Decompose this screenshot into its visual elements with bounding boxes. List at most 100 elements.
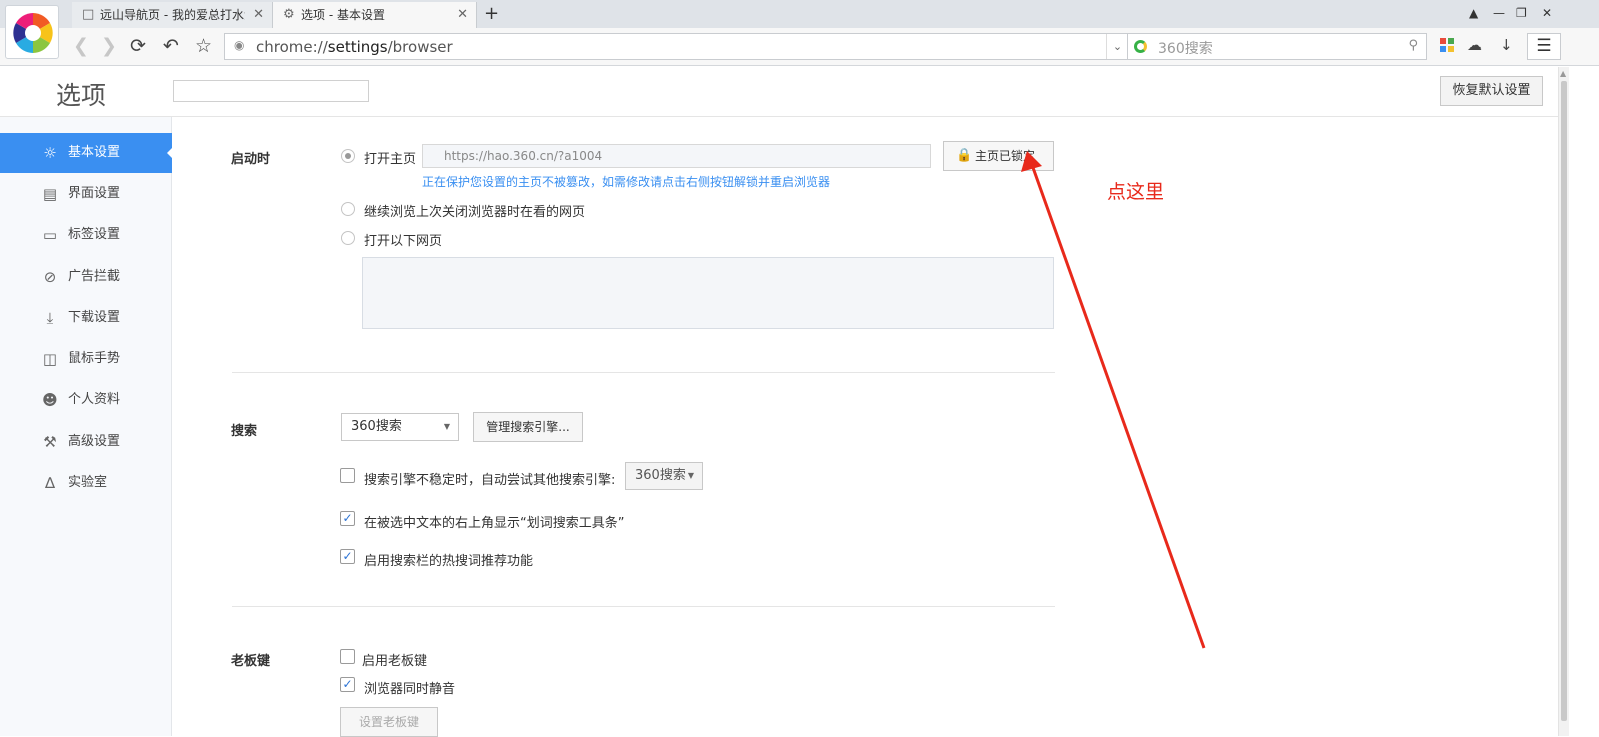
search-engine-icon bbox=[1134, 40, 1147, 53]
fallback-label: 搜索引擎不稳定时，自动尝试其他搜索引擎: bbox=[364, 473, 616, 488]
tab-bar: □ 远山导航页 - 我的爱总打水漂 ✕ ⚙ 选项 - 基本设置 ✕ + ▲ — … bbox=[0, 0, 1599, 28]
reset-defaults-button[interactable]: 恢复默认设置 bbox=[1440, 76, 1543, 106]
mouse-icon: ◫ bbox=[42, 350, 58, 368]
section-title-search: 搜索 bbox=[231, 424, 258, 439]
refresh-icon[interactable]: ⟳ bbox=[130, 35, 146, 57]
sidebar-item-download[interactable]: ⤓ 下载设置 bbox=[0, 298, 172, 338]
address-bar[interactable]: ◉ chrome://settings/browser ⌄ bbox=[224, 33, 1128, 60]
open-home-label: 打开主页 bbox=[364, 152, 417, 167]
continue-last-label: 继续浏览上次关闭浏览器时在看的网页 bbox=[364, 205, 586, 220]
fallback-engine-select[interactable]: 360搜索 ▼ bbox=[625, 462, 703, 490]
sidebar-item-label: 标签设置 bbox=[68, 227, 121, 242]
browser-toolbar: ❮ ❯ ⟳ ↶ ☆ ◉ chrome://settings/browser ⌄ … bbox=[0, 28, 1599, 66]
download-icon: ⤓ bbox=[46, 309, 54, 327]
menu-icon[interactable]: ☰ bbox=[1527, 33, 1561, 60]
address-text[interactable]: chrome://settings/browser bbox=[256, 38, 453, 56]
search-icon[interactable]: ⚲ bbox=[1408, 38, 1418, 53]
minimize-icon[interactable]: — bbox=[1493, 6, 1505, 20]
block-icon: ⊘ bbox=[43, 268, 57, 286]
sidebar-item-lab[interactable]: ∆ 实验室 bbox=[0, 463, 172, 503]
bookmark-star-icon[interactable]: ☆ bbox=[195, 35, 212, 57]
selection-toolbar-checkbox[interactable]: ✓ bbox=[340, 511, 355, 526]
divider bbox=[232, 372, 1055, 373]
scroll-up-icon[interactable]: ▲ bbox=[1560, 69, 1566, 78]
fallback-engine-value: 360搜索 bbox=[635, 468, 686, 483]
tab-title: 选项 - 基本设置 bbox=[301, 8, 385, 22]
close-window-icon[interactable]: ✕ bbox=[1542, 6, 1552, 20]
mute-label: 浏览器同时静音 bbox=[364, 682, 456, 697]
maximize-icon[interactable]: ❐ bbox=[1516, 6, 1527, 20]
sidebar-item-label: 基本设置 bbox=[68, 145, 121, 160]
search-placeholder: 360搜索 bbox=[1158, 41, 1213, 57]
scroll-thumb[interactable] bbox=[1561, 81, 1567, 721]
sidebar-item-adblock[interactable]: ⊘ 广告拦截 bbox=[0, 257, 172, 297]
page-icon: □ bbox=[82, 7, 95, 22]
sidebar-item-label: 个人资料 bbox=[68, 392, 121, 407]
page-scrollbar[interactable]: ▲ bbox=[1558, 67, 1569, 736]
startup-pages-list[interactable] bbox=[362, 257, 1054, 329]
close-icon[interactable]: ✕ bbox=[253, 2, 264, 28]
bosskey-checkbox[interactable] bbox=[340, 649, 355, 664]
hotwords-checkbox[interactable]: ✓ bbox=[340, 549, 355, 564]
browser-logo[interactable] bbox=[5, 5, 59, 59]
user-icon: ☻ bbox=[42, 391, 58, 409]
sidebar-item-interface[interactable]: ▤ 界面设置 bbox=[0, 174, 172, 214]
forward-icon[interactable]: ❯ bbox=[101, 35, 117, 57]
new-tab-button[interactable]: + bbox=[484, 3, 499, 25]
sidebar-item-label: 广告拦截 bbox=[68, 269, 121, 284]
lock-button-label: 主页已锁定 bbox=[975, 149, 1036, 163]
sidebar-item-label: 下载设置 bbox=[68, 310, 121, 325]
lock-icon: 🔒 bbox=[956, 148, 973, 163]
sidebar-item-mouse[interactable]: ◫ 鼠标手势 bbox=[0, 339, 172, 379]
caret-down-icon: ▼ bbox=[687, 471, 694, 480]
bosskey-label: 启用老板键 bbox=[362, 654, 428, 669]
tab-title: 远山导航页 - 我的爱总打水漂 bbox=[100, 8, 245, 22]
sidebar-item-basic[interactable]: ☼ 基本设置 bbox=[0, 133, 173, 173]
radio-open-home[interactable] bbox=[341, 149, 355, 163]
hotwords-label: 启用搜索栏的热搜词推荐功能 bbox=[364, 554, 534, 569]
home-protect-notice: 正在保护您设置的主页不被篡改，如需修改请点击右侧按钮解锁并重启浏览器 bbox=[422, 175, 831, 189]
search-engine-value: 360搜索 bbox=[351, 419, 402, 434]
open-pages-label: 打开以下网页 bbox=[364, 234, 443, 249]
search-box[interactable]: 360搜索 ⚲ bbox=[1127, 33, 1427, 60]
settings-sidebar: ☼ 基本设置 ▤ 界面设置 ▭ 标签设置 ⊘ 广告拦截 ⤓ 下载设置 ◫ 鼠标手… bbox=[0, 117, 173, 736]
divider bbox=[232, 606, 1055, 607]
skin-icon[interactable]: ▲ bbox=[1469, 6, 1478, 20]
tab-settings[interactable]: ⚙ 选项 - 基本设置 ✕ bbox=[272, 2, 477, 28]
sidebar-item-profile[interactable]: ☻ 个人资料 bbox=[0, 380, 172, 420]
home-url-field[interactable]: https://hao.360.cn/?a1004 bbox=[422, 144, 931, 168]
sidebar-item-label: 鼠标手势 bbox=[68, 351, 121, 366]
selection-toolbar-label: 在被选中文本的右上角显示“划词搜索工具条” bbox=[364, 516, 625, 531]
tab-icon: ▭ bbox=[42, 226, 58, 244]
flask-icon: ∆ bbox=[44, 474, 56, 492]
gear-icon: ⚙ bbox=[283, 7, 295, 22]
shield-icon: ◉ bbox=[234, 38, 245, 52]
radio-continue-last[interactable] bbox=[341, 202, 355, 216]
undo-icon[interactable]: ↶ bbox=[163, 35, 179, 57]
sidebar-item-advanced[interactable]: ⚒ 高级设置 bbox=[0, 422, 172, 462]
chevron-down-icon[interactable]: ⌄ bbox=[1106, 34, 1128, 59]
caret-down-icon: ▼ bbox=[443, 422, 450, 431]
tab-navigation[interactable]: □ 远山导航页 - 我的爱总打水漂 ✕ bbox=[72, 2, 272, 28]
search-engine-select[interactable]: 360搜索 ▼ bbox=[341, 413, 459, 441]
section-title-bosskey: 老板键 bbox=[231, 654, 271, 669]
back-icon[interactable]: ❮ bbox=[73, 35, 89, 57]
manage-engines-button[interactable]: 管理搜索引擎... bbox=[473, 412, 583, 442]
page-title: 选项 bbox=[56, 81, 107, 110]
fallback-checkbox[interactable] bbox=[340, 468, 355, 483]
window-icon: ▤ bbox=[42, 185, 58, 203]
set-bosskey-button[interactable]: 设置老板键 bbox=[340, 707, 438, 737]
radio-open-pages[interactable] bbox=[341, 231, 355, 245]
apps-icon[interactable] bbox=[1440, 38, 1454, 52]
section-title-startup: 启动时 bbox=[231, 152, 271, 167]
cloud-icon[interactable]: ☁ bbox=[1467, 36, 1482, 54]
download-icon[interactable]: ↓ bbox=[1500, 36, 1513, 54]
sidebar-item-label: 高级设置 bbox=[68, 434, 121, 449]
close-icon[interactable]: ✕ bbox=[457, 2, 468, 28]
annotation-text: 点这里 bbox=[1107, 181, 1165, 203]
settings-search-input[interactable] bbox=[173, 80, 369, 102]
sidebar-item-tabs[interactable]: ▭ 标签设置 bbox=[0, 215, 172, 255]
sidebar-item-label: 界面设置 bbox=[68, 186, 121, 201]
home-locked-button[interactable]: 🔒 主页已锁定 bbox=[943, 141, 1054, 171]
mute-checkbox[interactable]: ✓ bbox=[340, 677, 355, 692]
